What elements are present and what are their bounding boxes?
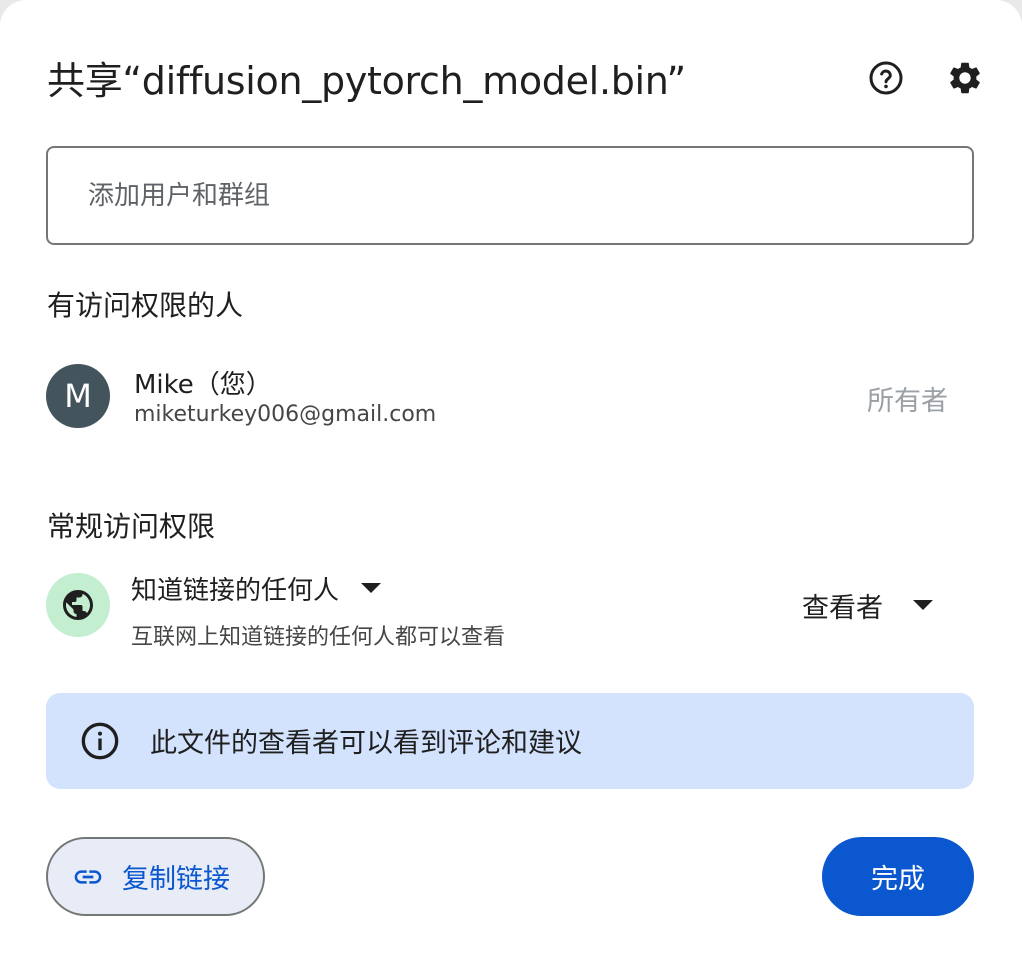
add-people-field: [46, 146, 974, 245]
info-banner-text: 此文件的查看者可以看到评论和建议: [150, 728, 582, 759]
general-access-role-dropdown[interactable]: 查看者: [802, 586, 933, 625]
copy-link-label: 复制链接: [122, 864, 230, 895]
general-access-heading: 常规访问权限: [47, 510, 216, 543]
general-access-scope-description: 互联网上知道链接的任何人都可以查看: [131, 625, 506, 650]
link-icon-wrap: [72, 861, 104, 893]
general-access-scope-dropdown[interactable]: 知道链接的任何人: [131, 570, 382, 607]
add-people-input[interactable]: [88, 148, 948, 243]
globe-icon: [63, 590, 93, 620]
caret-down-icon: [361, 582, 382, 593]
general-access-scope-label: 知道链接的任何人: [131, 576, 340, 606]
info-icon: [81, 722, 119, 760]
avatar-initial: M: [64, 377, 92, 415]
help-button[interactable]: [862, 54, 910, 102]
share-dialog: 共享“diffusion_pytorch_model.bin” 有访问权限的人 …: [0, 0, 1022, 962]
general-access-role-label: 查看者: [802, 593, 883, 624]
link-icon: [74, 869, 102, 884]
dialog-title: 共享“diffusion_pytorch_model.bin”: [47, 59, 686, 103]
people-with-access-heading: 有访问权限的人: [47, 289, 244, 322]
person-role-label: 所有者: [867, 386, 948, 417]
general-access-icon-badge: [46, 573, 110, 637]
info-banner: 此文件的查看者可以看到评论和建议: [46, 693, 974, 789]
done-button[interactable]: 完成: [822, 837, 974, 916]
person-email: miketurkey006@gmail.com: [134, 402, 437, 427]
person-name: Mike（您）: [134, 370, 272, 400]
help-circle-icon: [869, 61, 903, 95]
settings-button[interactable]: [941, 54, 989, 102]
avatar: M: [46, 364, 110, 428]
done-button-label: 完成: [871, 864, 925, 895]
caret-down-icon: [913, 599, 933, 610]
gear-icon: [950, 62, 980, 94]
copy-link-button[interactable]: 复制链接: [46, 837, 265, 916]
